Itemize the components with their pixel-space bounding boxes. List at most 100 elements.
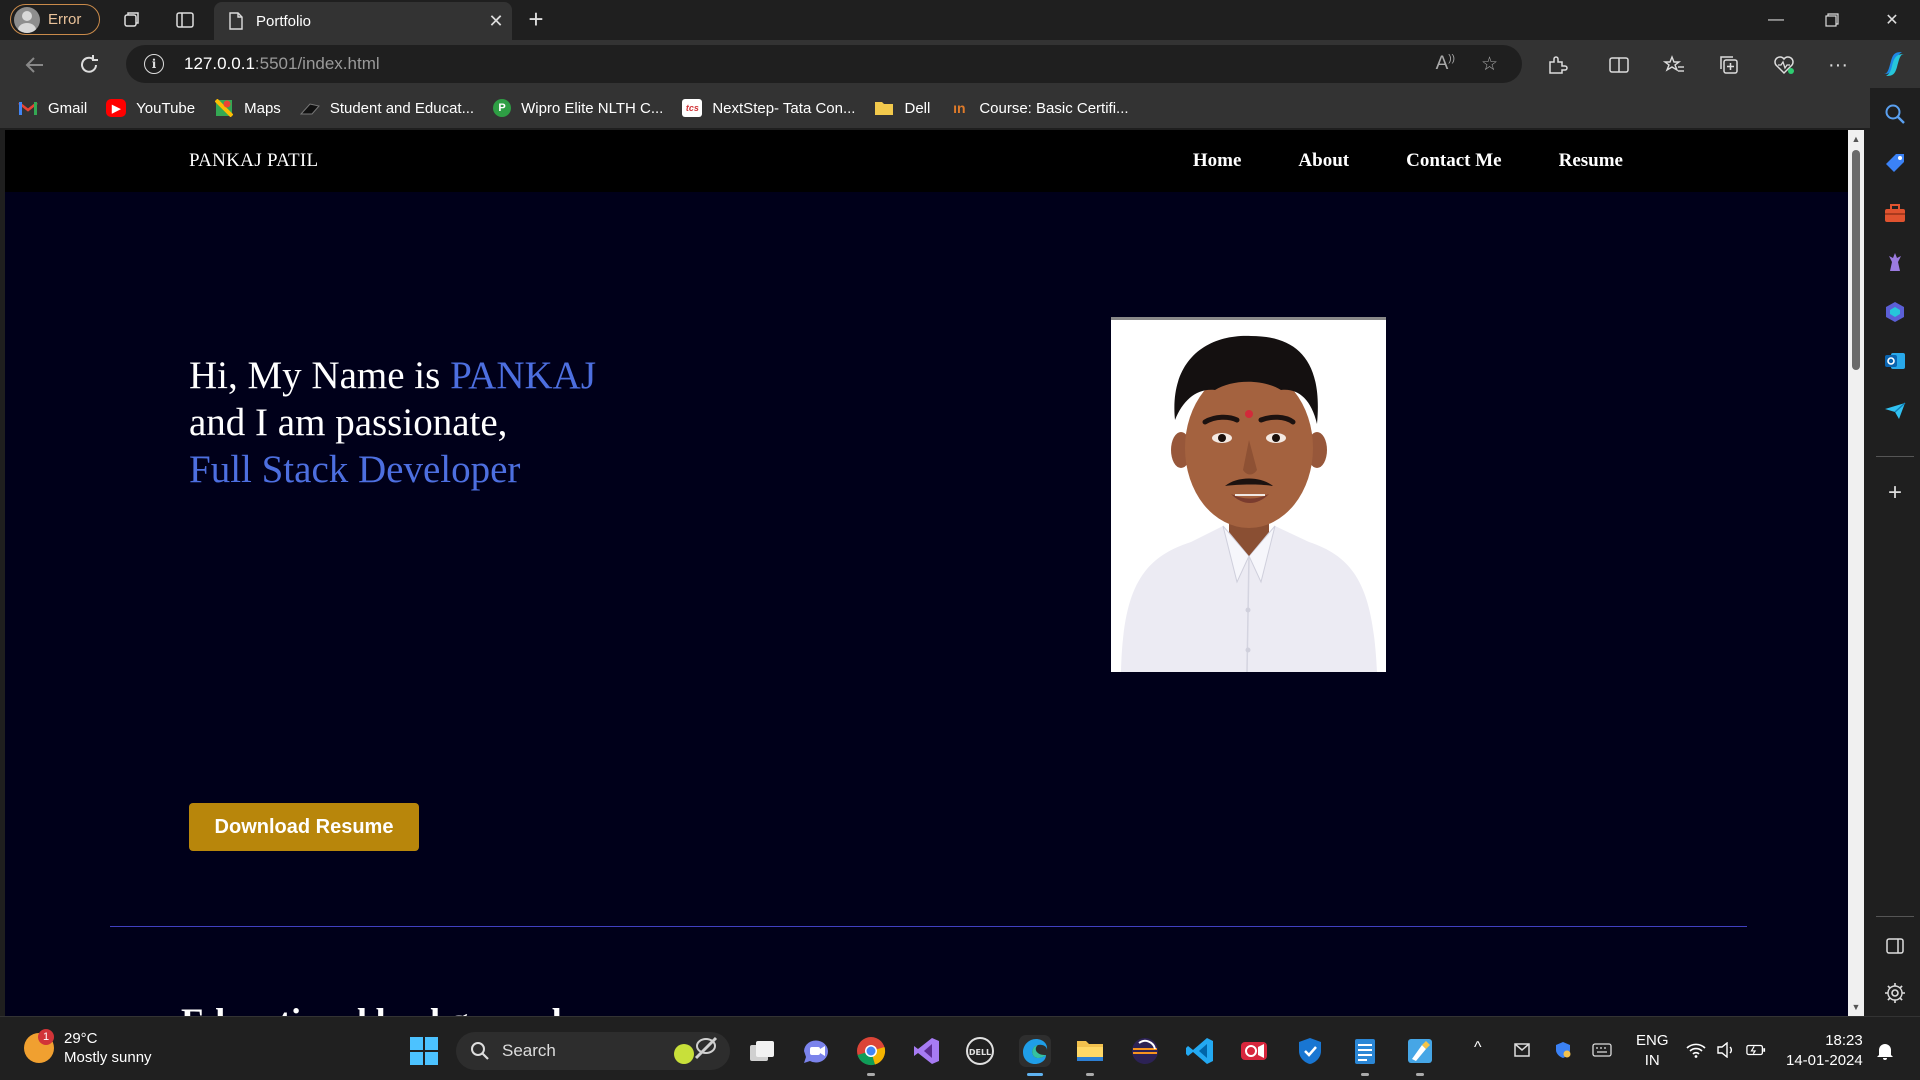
close-window-button[interactable]: ✕ <box>1864 0 1920 40</box>
tab-actions-icon[interactable] <box>173 8 197 32</box>
windows-security-tray-icon[interactable] <box>1553 1041 1573 1059</box>
language-indicator[interactable]: ENG IN <box>1636 1031 1669 1071</box>
task-view-icon[interactable] <box>746 1035 778 1067</box>
weather-desc: Mostly sunny <box>64 1049 152 1066</box>
paint-icon[interactable] <box>1404 1035 1436 1067</box>
system-clock[interactable]: 18:23 14-01-2024 <box>1786 1031 1863 1071</box>
search-icon <box>471 1042 489 1060</box>
visual-studio-icon[interactable] <box>910 1035 942 1067</box>
nav-link-resume[interactable]: Resume <box>1559 150 1623 172</box>
youtube-icon: ▶ <box>106 99 127 117</box>
close-tab-icon[interactable]: ✕ <box>480 5 512 37</box>
windows-taskbar: 1 29°C Mostly sunny Search DELL ^ ENG IN… <box>0 1016 1920 1080</box>
profile-button[interactable]: Error <box>10 4 100 35</box>
taskbar-search[interactable]: Search <box>456 1032 730 1070</box>
chrome-icon[interactable] <box>855 1035 887 1067</box>
outlook-icon[interactable] <box>1883 349 1907 373</box>
bookmark-gmail[interactable]: Gmail <box>18 99 87 117</box>
scroll-down-arrow-icon[interactable]: ▼ <box>1851 1002 1861 1012</box>
new-tab-button[interactable]: + <box>522 6 550 34</box>
bookmark-youtube[interactable]: ▶ YouTube <box>106 99 195 117</box>
battery-icon[interactable] <box>1746 1041 1766 1059</box>
scroll-up-arrow-icon[interactable]: ▲ <box>1851 134 1861 144</box>
workspaces-icon[interactable] <box>120 8 144 32</box>
extensions-icon[interactable] <box>1542 50 1572 80</box>
page-scrollbar[interactable]: ▲ ▼ <box>1848 130 1864 1016</box>
security-shield-icon[interactable] <box>1294 1035 1326 1067</box>
gmail-icon <box>18 99 38 117</box>
microsoft-365-icon[interactable] <box>1883 300 1907 324</box>
tennis-highlight-icon <box>674 1036 718 1064</box>
scroll-thumb[interactable] <box>1852 150 1860 370</box>
more-options-icon[interactable]: ··· <box>1823 50 1853 80</box>
url-text: 127.0.0.1:5501/index.html <box>184 54 380 73</box>
section-divider <box>110 926 1747 927</box>
site-info-icon[interactable]: i <box>144 54 164 74</box>
profile-label: Error <box>48 11 82 28</box>
settings-gear-icon[interactable] <box>1883 981 1907 1005</box>
weather-widget[interactable]: 1 29°C Mostly sunny <box>24 1029 152 1067</box>
page-icon <box>229 12 243 30</box>
restore-button[interactable] <box>1804 0 1860 40</box>
site-brand[interactable]: PANKAJ PATIL <box>189 150 318 172</box>
edge-active-indicator <box>1027 1073 1043 1076</box>
bookmarks-bar: Gmail ▶ YouTube Maps Student and Educat.… <box>0 88 1870 128</box>
bookmark-wipro[interactable]: P Wipro Elite NLTH C... <box>493 99 663 117</box>
dell-icon[interactable]: DELL <box>964 1035 996 1067</box>
browser-titlebar: Error Portfolio ✕ + — ✕ <box>0 0 1920 40</box>
address-bar[interactable]: i 127.0.0.1:5501/index.html A)) ☆ <box>126 45 1522 83</box>
tab-title: Portfolio <box>256 12 312 30</box>
explorer-running-indicator <box>1086 1073 1094 1076</box>
tray-app-icon[interactable] <box>1512 1041 1532 1059</box>
vscode-icon[interactable] <box>1184 1035 1216 1067</box>
bookmark-course[interactable]: ın Course: Basic Certifi... <box>949 99 1128 117</box>
bookmark-dell[interactable]: Dell <box>874 99 930 117</box>
hero-name: PANKAJ <box>450 354 597 397</box>
teams-chat-icon[interactable] <box>800 1035 832 1067</box>
shopping-tag-icon[interactable] <box>1883 151 1907 175</box>
drop-send-icon[interactable] <box>1883 399 1907 423</box>
notification-bell-icon[interactable] <box>1876 1041 1894 1061</box>
site-navbar: PANKAJ PATIL Home About Contact Me Resum… <box>5 130 1848 192</box>
nav-link-about[interactable]: About <box>1298 150 1349 172</box>
show-hidden-icons-chevron-icon[interactable]: ^ <box>1474 1039 1482 1057</box>
address-toolbar: i 127.0.0.1:5501/index.html A)) ☆ ··· <box>0 40 1920 88</box>
collections-icon[interactable] <box>1714 50 1744 80</box>
browser-essentials-icon[interactable] <box>1769 50 1799 80</box>
bookmark-nextstep[interactable]: tcs NextStep- Tata Con... <box>682 99 855 117</box>
wifi-icon[interactable] <box>1686 1041 1706 1059</box>
hide-sidebar-icon[interactable] <box>1883 934 1907 958</box>
paint-running-indicator <box>1416 1073 1424 1076</box>
back-button[interactable] <box>20 50 50 80</box>
download-resume-button[interactable]: Download Resume <box>189 803 419 851</box>
refresh-button[interactable] <box>74 50 104 80</box>
copilot-icon[interactable] <box>1878 48 1910 80</box>
bookmark-maps[interactable]: Maps <box>214 99 281 117</box>
tools-icon[interactable] <box>1883 201 1907 225</box>
eclipse-icon[interactable] <box>1129 1035 1161 1067</box>
tab-portfolio[interactable]: Portfolio ✕ <box>214 2 512 40</box>
edge-icon[interactable] <box>1019 1035 1051 1067</box>
games-icon[interactable] <box>1883 250 1907 274</box>
add-sidebar-app-icon[interactable]: + <box>1883 481 1907 506</box>
nav-link-home[interactable]: Home <box>1193 150 1242 172</box>
hero-line-2: and I am passionate, <box>189 401 508 444</box>
favorites-icon[interactable] <box>1659 50 1689 80</box>
volume-icon[interactable] <box>1716 1041 1736 1059</box>
keyboard-icon[interactable] <box>1592 1041 1612 1059</box>
student-icon <box>299 99 320 117</box>
split-screen-icon[interactable] <box>1604 50 1634 80</box>
screen-recorder-icon[interactable] <box>1238 1035 1270 1067</box>
minimize-button[interactable]: — <box>1748 0 1804 40</box>
file-explorer-icon[interactable] <box>1074 1035 1106 1067</box>
start-button[interactable] <box>410 1037 438 1065</box>
weather-temp: 29°C <box>64 1030 98 1047</box>
svg-text:DELL: DELL <box>969 1048 991 1057</box>
search-icon[interactable] <box>1883 102 1907 126</box>
read-aloud-icon[interactable]: A)) <box>1436 53 1455 75</box>
nav-link-contact[interactable]: Contact Me <box>1406 150 1502 172</box>
notepad-icon[interactable] <box>1349 1035 1381 1067</box>
favorite-star-icon[interactable]: ☆ <box>1481 53 1498 76</box>
folder-icon <box>874 99 894 117</box>
bookmark-student[interactable]: Student and Educat... <box>299 99 474 117</box>
